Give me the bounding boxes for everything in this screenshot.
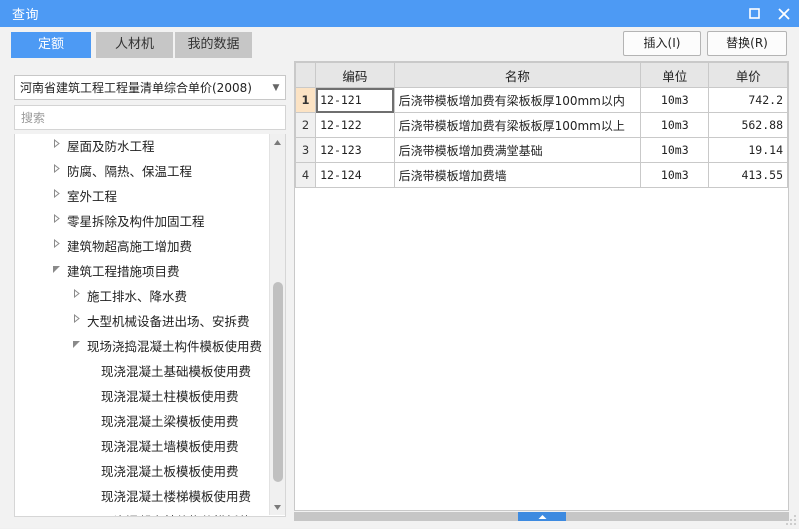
cell-price[interactable]: 742.2	[708, 87, 788, 113]
tree-item[interactable]: 现浇混凝土楼梯模板使用费	[15, 484, 269, 509]
row-index: 1	[295, 87, 317, 113]
results-table-body: 1 12-121 后浇带模板增加费有梁板板厚100mm以内 10m3 742.2 2 12-…	[295, 87, 788, 188]
tree-item[interactable]: 零星拆除及构件加固工程	[15, 209, 269, 234]
tree-scrollbar[interactable]	[269, 134, 285, 515]
cell-unit[interactable]: 10m3	[640, 112, 710, 138]
tree-expanded-arrow-icon[interactable]	[69, 334, 83, 359]
tree-item-label: 现浇混凝土墙模板使用费	[101, 439, 239, 454]
tree-scrollbar-thumb[interactable]	[273, 282, 283, 482]
tree-item-label: 现浇混凝土基础模板使用费	[101, 364, 252, 379]
cell-price[interactable]: 19.14	[708, 137, 788, 163]
cell-price[interactable]: 413.55	[708, 162, 788, 188]
scroll-down-icon[interactable]	[270, 499, 285, 515]
tree-item[interactable]: 施工排水、降水费	[15, 284, 269, 309]
tree-item[interactable]: 现浇混凝土柱模板使用费	[15, 384, 269, 409]
title-bar: 查询	[0, 0, 799, 27]
tree-item[interactable]: 建筑工程措施项目费	[15, 259, 269, 284]
maximize-icon[interactable]	[739, 0, 769, 27]
query-window: 查询 定额 人材机 我的数据 插入(I) 替换(R) 河南省建筑工程工程量清单综…	[0, 0, 799, 528]
tree-collapsed-arrow-icon[interactable]	[49, 184, 63, 209]
tree-item-label: 零星拆除及构件加固工程	[67, 214, 205, 229]
table-row[interactable]: 1 12-121 后浇带模板增加费有梁板板厚100mm以内 10m3 742.2	[295, 87, 788, 113]
tree-collapsed-arrow-icon[interactable]	[49, 159, 63, 184]
tree-item-label: 防腐、隔热、保温工程	[67, 164, 193, 179]
collapse-up-icon[interactable]	[518, 512, 566, 521]
row-index: 2	[295, 112, 317, 138]
panel-splitter[interactable]	[294, 512, 789, 521]
search-input[interactable]	[14, 105, 286, 130]
results-table-head: 编码 名称 单位 单价	[295, 62, 788, 88]
tree-item[interactable]: 现浇混凝土基础模板使用费	[15, 359, 269, 384]
table-row[interactable]: 4 12-124 后浇带模板增加费墙 10m3 413.55	[295, 162, 788, 188]
tree-item-label: 现浇混凝土板模板使用费	[101, 464, 239, 479]
chevron-down-icon: ▼	[272, 82, 280, 93]
library-select[interactable]: 河南省建筑工程工程量清单综合单价(2008) ▼	[14, 75, 286, 100]
row-index: 4	[295, 162, 317, 188]
table-header-row: 编码 名称 单位 单价	[295, 62, 788, 88]
tab-rencaiji[interactable]: 人材机	[96, 32, 173, 58]
tree-item[interactable]: 屋面及防水工程	[15, 134, 269, 159]
tree-item[interactable]: 现浇混凝土板模板使用费	[15, 459, 269, 484]
cell-code[interactable]: 12-121	[315, 87, 395, 113]
tree-item-label: 建筑工程措施项目费	[67, 264, 180, 279]
tree-item-label: 大型机械设备进出场、安拆费	[87, 314, 250, 329]
col-header-name[interactable]: 名称	[393, 62, 642, 88]
insert-button[interactable]: 插入(I)	[623, 31, 701, 56]
resize-grip-icon[interactable]	[785, 514, 797, 526]
cell-unit[interactable]: 10m3	[640, 162, 710, 188]
close-icon[interactable]	[769, 0, 799, 27]
scroll-up-icon[interactable]	[270, 134, 285, 150]
tree-collapsed-arrow-icon[interactable]	[49, 134, 63, 159]
tree-item-label: 屋面及防水工程	[67, 139, 155, 154]
category-tree[interactable]: 屋面及防水工程防腐、隔热、保温工程 室外工程零星拆除及构件加固工程 建筑物超高施工增…	[14, 134, 286, 517]
tree-item-label: 现浇混凝土楼梯模板使用费	[101, 489, 252, 504]
tree-collapsed-arrow-icon[interactable]	[69, 284, 83, 309]
col-header-code[interactable]: 编码	[315, 62, 395, 88]
tree-item-label: 室外工程	[67, 189, 118, 204]
tree-item-label: 现浇混凝土柱模板使用费	[101, 389, 239, 404]
col-header-price[interactable]: 单价	[708, 62, 788, 88]
cell-name[interactable]: 后浇带模板增加费有梁板板厚100mm以内	[393, 87, 642, 113]
tree-expanded-arrow-icon[interactable]	[49, 259, 63, 284]
row-index: 3	[295, 137, 317, 163]
results-grid[interactable]: 编码 名称 单位 单价 1 12-121 后浇带模板增加费有梁板板厚100mm以内 1…	[294, 61, 789, 511]
cell-name[interactable]: 后浇带模板增加费满堂基础	[393, 137, 642, 163]
tree-item[interactable]: 现浇混凝土墙模板使用费	[15, 434, 269, 459]
tab-my-data[interactable]: 我的数据	[175, 32, 252, 58]
tab-dinge[interactable]: 定额	[11, 32, 91, 58]
window-title: 查询	[12, 8, 40, 23]
tree-item[interactable]: 现浇混凝土其他构件模板使用...	[15, 509, 275, 516]
col-header-index[interactable]	[295, 62, 317, 88]
cell-price[interactable]: 562.88	[708, 112, 788, 138]
tree-item[interactable]: 防腐、隔热、保温工程	[15, 159, 269, 184]
window-controls	[739, 0, 799, 27]
replace-button[interactable]: 替换(R)	[707, 31, 787, 56]
tree-collapsed-arrow-icon[interactable]	[69, 309, 83, 334]
table-row[interactable]: 3 12-123 后浇带模板增加费满堂基础 10m3 19.14	[295, 137, 788, 163]
tree-item[interactable]: 现浇混凝土梁模板使用费	[15, 409, 269, 434]
tree-collapsed-arrow-icon[interactable]	[49, 234, 63, 259]
table-row[interactable]: 2 12-122 后浇带模板增加费有梁板板厚100mm以上 10m3 562.88	[295, 112, 788, 138]
tree-item-label: 现场浇捣混凝土构件模板使用费	[87, 339, 263, 354]
cell-unit[interactable]: 10m3	[640, 137, 710, 163]
col-header-unit[interactable]: 单位	[640, 62, 710, 88]
results-table: 编码 名称 单位 单价 1 12-121 后浇带模板增加费有梁板板厚100mm以内 1…	[295, 62, 788, 188]
tree-item[interactable]: 现场浇捣混凝土构件模板使用费	[15, 334, 269, 359]
cell-name[interactable]: 后浇带模板增加费有梁板板厚100mm以上	[393, 112, 642, 138]
category-tree-list: 屋面及防水工程防腐、隔热、保温工程 室外工程零星拆除及构件加固工程 建筑物超高施工增…	[15, 134, 275, 516]
cell-code[interactable]: 12-124	[315, 162, 395, 188]
tree-item[interactable]: 建筑物超高施工增加费	[15, 234, 269, 259]
tree-item-label: 施工排水、降水费	[87, 289, 188, 304]
tree-item[interactable]: 室外工程	[15, 184, 269, 209]
tree-item-label: 建筑物超高施工增加费	[67, 239, 193, 254]
cell-code[interactable]: 12-122	[315, 112, 395, 138]
tree-item-label: 现浇混凝土其他构件模板使用...	[101, 509, 275, 516]
tree-collapsed-arrow-icon[interactable]	[49, 209, 63, 234]
cell-name[interactable]: 后浇带模板增加费墙	[393, 162, 642, 188]
tree-item[interactable]: 大型机械设备进出场、安拆费	[15, 309, 269, 334]
library-select-value: 河南省建筑工程工程量清单综合单价(2008)	[20, 81, 252, 95]
cell-unit[interactable]: 10m3	[640, 87, 710, 113]
cell-code[interactable]: 12-123	[315, 137, 395, 163]
tree-item-label: 现浇混凝土梁模板使用费	[101, 414, 239, 429]
